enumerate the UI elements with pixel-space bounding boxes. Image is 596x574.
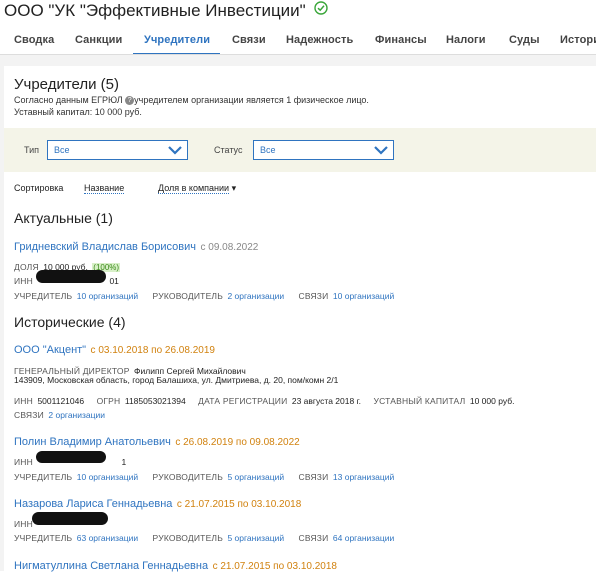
tab-courts[interactable]: Суды <box>509 34 540 46</box>
status-select[interactable]: Все <box>253 140 394 160</box>
founder-link[interactable]: 10 организаций <box>77 472 138 482</box>
section-title: Учредители (5) <box>14 76 120 93</box>
historic-item-title: Полин Владимир Анатольевич с 26.08.2019 … <box>14 432 300 450</box>
tab-sanctions[interactable]: Санкции <box>75 34 122 46</box>
company-title: ООО "УК "Эффективные Инвестиции" <box>4 1 306 20</box>
historic-item-title: Нигматуллина Светлана Геннадьевна с 21.0… <box>14 556 337 574</box>
sort-label: Сортировка <box>14 183 64 193</box>
head-label: РУКОВОДИТЕЛЬ <box>152 472 223 482</box>
inn-partial: 01 <box>109 276 119 286</box>
ogrn-value: 1185053021394 <box>124 396 186 406</box>
redaction-mark <box>32 512 108 525</box>
capital-text: Уставный капитал: 10 000 руб. <box>14 107 142 117</box>
person-name-link[interactable]: Полин Владимир Анатольевич <box>14 436 171 448</box>
chevron-down-icon <box>374 146 388 155</box>
tab-history[interactable]: Истори <box>560 34 596 46</box>
founder-link[interactable]: 63 организации <box>77 533 138 543</box>
inn-label: ИНН <box>14 276 33 286</box>
tab-bar: Сводка Санкции Учредители Связи Надежнос… <box>0 28 596 55</box>
person-stats-row: УЧРЕДИТЕЛЬ 10 организаций РУКОВОДИТЕЛЬ 5… <box>14 467 394 485</box>
tab-taxes[interactable]: Налоги <box>446 34 486 46</box>
sort-by-name[interactable]: Название <box>84 183 125 194</box>
note-prefix: Согласно данным ЕГРЮЛ <box>14 95 123 105</box>
company-name-link[interactable]: ООО "Акцент" <box>14 344 86 356</box>
person-stats-row: УЧРЕДИТЕЛЬ 63 организации РУКОВОДИТЕЛЬ 5… <box>14 528 394 546</box>
person-name-link[interactable]: Гридневский Владислав Борисович <box>14 241 196 253</box>
inn-partial: 1 <box>121 457 127 467</box>
capital-value: 10 000 руб. <box>469 396 515 406</box>
item-period: с 03.10.2018 по 26.08.2019 <box>90 345 215 356</box>
redaction-mark <box>36 270 106 283</box>
tab-finance[interactable]: Финансы <box>375 34 427 46</box>
status-select-value: Все <box>260 145 276 155</box>
tab-links[interactable]: Связи <box>232 34 266 46</box>
item-period: с 21.07.2015 по 03.10.2018 <box>212 561 337 572</box>
head-link[interactable]: 2 организации <box>227 291 284 301</box>
type-label: Тип <box>24 145 40 155</box>
founder-label: УЧРЕДИТЕЛЬ <box>14 291 73 301</box>
links-label: СВЯЗИ <box>298 291 329 301</box>
links-link[interactable]: 13 организаций <box>333 472 394 482</box>
founder-label: УЧРЕДИТЕЛЬ <box>14 533 73 543</box>
reg-date-label: ДАТА РЕГИСТРАЦИИ <box>198 396 288 406</box>
historic-item-title: Назарова Лариса Геннадьевна с 21.07.2015… <box>14 494 301 512</box>
capital-label: УСТАВНЫЙ КАПИТАЛ <box>373 396 466 406</box>
sort-by-share[interactable]: Доля в компании ▾ <box>158 183 236 194</box>
status-label: Статус <box>214 145 243 155</box>
links-label: СВЯЗИ <box>298 533 329 543</box>
founder-link[interactable]: 10 организаций <box>77 291 138 301</box>
chevron-down-icon <box>168 146 182 155</box>
note-suffix: учредителем организации является 1 физич… <box>134 95 369 105</box>
inn-label: ИНН <box>14 457 33 467</box>
founder-label: УЧРЕДИТЕЛЬ <box>14 472 73 482</box>
head-label: РУКОВОДИТЕЛЬ <box>152 533 223 543</box>
person-name-link[interactable]: Нигматуллина Светлана Геннадьевна <box>14 560 208 572</box>
reg-date-value: 23 августа 2018 г. <box>291 396 362 406</box>
historic-heading: Исторические (4) <box>14 314 126 330</box>
item-period: с 21.07.2015 по 03.10.2018 <box>176 499 302 510</box>
head-label: РУКОВОДИТЕЛЬ <box>152 291 223 301</box>
tab-founders[interactable]: Учредители <box>144 34 210 46</box>
current-stats-row: УЧРЕДИТЕЛЬ 10 организаций РУКОВОДИТЕЛЬ 2… <box>14 286 394 304</box>
person-name-link[interactable]: Назарова Лариса Геннадьевна <box>14 498 172 510</box>
type-select-value: Все <box>54 145 70 155</box>
help-icon[interactable]: ? <box>125 96 135 106</box>
links-link[interactable]: 2 организации <box>48 410 105 420</box>
links-link[interactable]: 64 организации <box>333 533 394 543</box>
company-header: ООО "УК "Эффективные Инвестиции" <box>4 0 329 22</box>
redaction-mark <box>36 451 106 463</box>
links-label: СВЯЗИ <box>298 472 329 482</box>
links-label: СВЯЗИ <box>14 410 44 420</box>
links-link[interactable]: 10 организаций <box>333 291 394 301</box>
company-links-row: СВЯЗИ 2 организации <box>14 405 105 423</box>
verified-check-icon <box>314 0 329 20</box>
sort-arrow-icon: ▾ <box>231 183 237 193</box>
person-since: с 09.08.2022 <box>200 242 259 253</box>
type-select[interactable]: Все <box>47 140 188 160</box>
head-link[interactable]: 5 организаций <box>227 533 284 543</box>
tab-reliability[interactable]: Надежность <box>286 34 353 46</box>
current-heading: Актуальные (1) <box>14 210 113 226</box>
address-text: 143909, Московская область, город Балаши… <box>14 375 339 385</box>
head-link[interactable]: 5 организаций <box>227 472 284 482</box>
sort-by-share-label: Доля в компании <box>158 183 230 194</box>
section-note: Согласно данным ЕГРЮЛ ? учредителем орган… <box>14 95 369 106</box>
historic-item-title: ООО "Акцент" с 03.10.2018 по 26.08.2019 <box>14 340 215 358</box>
item-period: с 26.08.2019 по 09.08.2022 <box>175 437 300 448</box>
current-person: Гридневский Владислав Борисович с 09.08.… <box>14 237 258 255</box>
tab-svodka[interactable]: Сводка <box>14 34 54 46</box>
